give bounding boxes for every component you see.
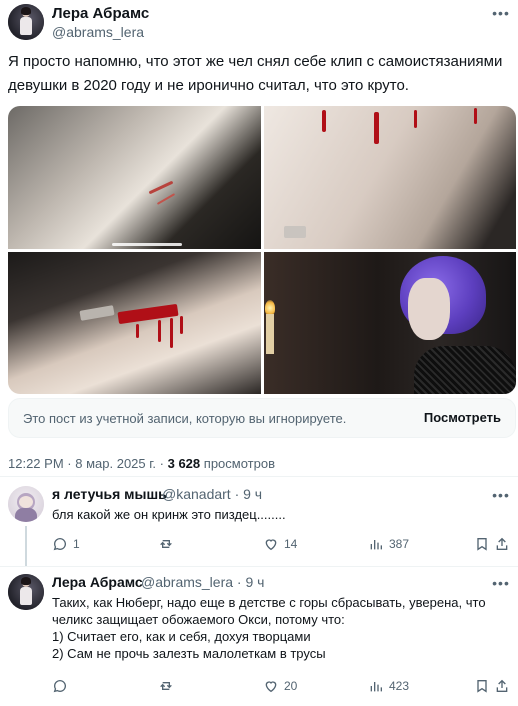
bookmark-icon bbox=[477, 538, 487, 551]
avatar[interactable] bbox=[8, 4, 44, 40]
reply-actions: 20 423 bbox=[52, 678, 508, 696]
reply-item[interactable]: Лера Абрамс @abrams_lera · 9 ч ••• Таких… bbox=[0, 566, 518, 706]
views-label: просмотров bbox=[203, 456, 275, 471]
thread-line bbox=[25, 526, 27, 566]
retweet-action[interactable] bbox=[158, 678, 179, 694]
avatar[interactable] bbox=[8, 574, 44, 610]
media-image-2[interactable] bbox=[264, 106, 516, 249]
reply-author-handle[interactable]: @kanadart · 9 ч bbox=[162, 486, 262, 502]
media-scroll-indicator bbox=[112, 243, 182, 246]
ignored-account-notice: Это пост из учетной записи, которую вы и… bbox=[8, 398, 516, 438]
share-action[interactable] bbox=[494, 536, 515, 552]
media-grid[interactable] bbox=[8, 106, 516, 394]
reply-text: бля какой же он кринж это пиздец........ bbox=[52, 507, 286, 522]
share-icon bbox=[496, 537, 508, 550]
post-text: Я просто напомню, что этот же чел снял с… bbox=[8, 53, 503, 94]
bookmark-action[interactable] bbox=[474, 536, 495, 552]
comment-icon bbox=[53, 538, 66, 551]
author-handle[interactable]: @abrams_lera bbox=[52, 24, 144, 40]
bookmark-action[interactable] bbox=[474, 678, 495, 694]
analytics-icon bbox=[370, 682, 382, 692]
media-image-3[interactable] bbox=[8, 252, 261, 394]
like-action[interactable]: 20 bbox=[263, 678, 297, 694]
avatar[interactable] bbox=[8, 486, 44, 522]
views-count: 3 628 bbox=[167, 456, 201, 471]
reply-actions: 1 14 387 bbox=[52, 536, 508, 554]
reply-author-name[interactable]: Лера Абрамс bbox=[52, 574, 143, 590]
reply-text: Таких, как Нюберг, надо еще в детстве с … bbox=[52, 595, 486, 661]
author-name[interactable]: Лера Абрамс bbox=[52, 5, 149, 22]
media-image-1[interactable] bbox=[8, 106, 261, 249]
retweet-icon bbox=[160, 682, 172, 690]
more-horizontal-icon[interactable]: ••• bbox=[492, 486, 510, 504]
analytics-icon bbox=[370, 540, 382, 550]
views-action[interactable]: 423 bbox=[368, 678, 409, 694]
main-post: Лера Абрамс @abrams_lera ••• Я просто на… bbox=[0, 0, 518, 476]
media-image-4[interactable] bbox=[264, 252, 516, 394]
heart-icon bbox=[265, 681, 277, 693]
share-icon bbox=[496, 679, 508, 692]
more-horizontal-icon[interactable]: ••• bbox=[492, 574, 510, 592]
retweet-action[interactable] bbox=[158, 536, 179, 552]
post-meta: 12:22 PM · 8 мар. 2025 г. · 3 628 просмо… bbox=[8, 456, 275, 471]
heart-icon bbox=[265, 539, 277, 551]
reply-author-name[interactable]: я летучья мышь bbox=[52, 486, 167, 502]
retweet-icon bbox=[160, 540, 172, 548]
reply-action[interactable] bbox=[52, 678, 73, 694]
reply-action[interactable]: 1 bbox=[52, 536, 80, 552]
divider bbox=[0, 476, 518, 477]
view-post-button[interactable]: Посмотреть bbox=[424, 410, 501, 425]
views-action[interactable]: 387 bbox=[368, 536, 409, 552]
ignored-notice-text: Это пост из учетной записи, которую вы и… bbox=[23, 411, 347, 426]
like-action[interactable]: 14 bbox=[263, 536, 297, 552]
comment-icon bbox=[53, 680, 66, 693]
reply-item[interactable]: я летучья мышь @kanadart · 9 ч ••• бля к… bbox=[0, 478, 518, 568]
share-action[interactable] bbox=[494, 678, 515, 694]
post-time[interactable]: 12:22 PM bbox=[8, 456, 64, 471]
more-horizontal-icon[interactable]: ••• bbox=[492, 4, 510, 22]
bookmark-icon bbox=[477, 680, 487, 693]
reply-author-handle[interactable]: @abrams_lera · 9 ч bbox=[141, 574, 264, 590]
post-date[interactable]: 8 мар. 2025 г. bbox=[75, 456, 156, 471]
